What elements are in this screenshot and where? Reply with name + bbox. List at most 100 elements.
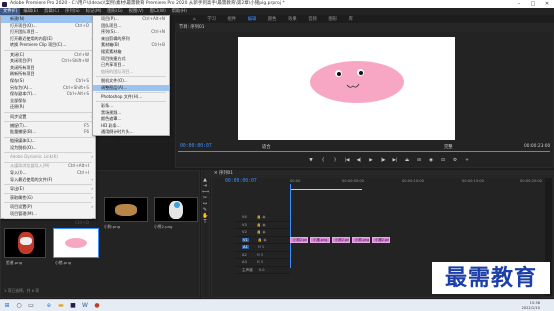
add-button-icon[interactable]: + [461, 158, 473, 163]
step-forward-icon[interactable]: |▶ [377, 158, 389, 163]
file-menu-item[interactable]: 获取属性(G) › [1, 195, 95, 202]
task-view-icon[interactable]: ▭ [27, 302, 35, 310]
program-monitor-title[interactable]: 节目: 序列01 [179, 25, 204, 30]
compare-icon[interactable]: ⊡ [437, 158, 449, 163]
window-title: Adobe Premiere Pro 2020 - C:\用户\(Ideas)\… [10, 1, 285, 6]
track-a1[interactable]: A1 M S [236, 244, 290, 252]
track-v1[interactable]: V1 🔒 ◉ [236, 237, 290, 244]
new-submenu-item[interactable]: 序列(S)... Ctrl+N [93, 29, 169, 36]
settings-icon[interactable]: ⚙ [449, 158, 461, 163]
search-icon[interactable]: ○ [15, 302, 23, 310]
work-area-bar[interactable] [290, 189, 362, 190]
file-menu-item[interactable]: 转换 Premiere Clip 项目(C)... [1, 42, 95, 49]
new-submenu-item[interactable]: 项目(P)... Ctrl+Alt+N [93, 16, 169, 23]
file-menu-item[interactable]: 刷新所有项目 [1, 71, 95, 78]
word-icon[interactable]: W [81, 302, 89, 310]
timeline-clip[interactable]: 小猪.png [310, 237, 330, 243]
new-submenu-item[interactable]: 调整图层(A)... [93, 84, 169, 92]
fit-dropdown[interactable]: 适合 [262, 144, 271, 150]
project-item-thumb-mask[interactable] [4, 228, 46, 258]
new-submenu-item[interactable]: 已共享项目... [93, 62, 169, 69]
pig-thumb-graphic [65, 238, 87, 248]
extract-icon[interactable]: ⊟ [413, 158, 425, 163]
project-item-thumb-dog[interactable] [104, 197, 148, 222]
new-submenu-item[interactable]: 颜色遮罩... [93, 116, 169, 123]
menu-help[interactable]: 帮助(H) [169, 8, 190, 15]
new-submenu-item[interactable]: 搜索素材箱 [93, 49, 169, 56]
program-timecode[interactable]: 00:00:00:07 [180, 144, 212, 149]
track-label: A3 [242, 260, 247, 264]
timeline-ruler[interactable]: 00:00 00:00:05:00 00:00:10:00 00:00:15:0… [290, 179, 552, 189]
timeline-clip[interactable]: 小狗2.png [290, 237, 308, 243]
go-to-in-icon[interactable]: |◀ [341, 158, 353, 163]
playhead[interactable] [290, 184, 291, 268]
track-v3[interactable]: V3 🔒 ◉ [236, 222, 290, 229]
new-submenu-item[interactable]: Photoshop 文件(H)... [93, 94, 169, 101]
file-menu-item[interactable]: 项目管理(M)... [1, 211, 95, 218]
timeline-clip[interactable]: 小猪2.png [372, 237, 390, 243]
track-v2[interactable]: V2 🔒 ◉ [236, 229, 290, 237]
system-clock[interactable]: 15:36 2022/1/10 [522, 301, 540, 310]
lift-icon[interactable]: ⏏ [401, 158, 413, 163]
menu-edit[interactable]: 编辑(E) [20, 8, 41, 15]
file-menu-item[interactable]: 退出(X) Ctrl+Q [1, 220, 95, 227]
quality-dropdown[interactable]: 完整 [444, 144, 453, 150]
submenu-arrow-icon: › [91, 195, 93, 200]
track-v4[interactable]: V4 🔒 ◉ [236, 214, 290, 222]
mark-in-icon[interactable]: { [317, 158, 329, 163]
timeline-timecode[interactable]: 00:00:00:07 [225, 179, 257, 184]
new-submenu-item[interactable]: 链接的团队项目... [93, 69, 169, 76]
file-menu-item[interactable]: 导入(I)... Ctrl+I [1, 170, 95, 177]
program-scrubber[interactable] [178, 151, 550, 152]
app-icon[interactable]: ● [93, 302, 101, 310]
type-tool-icon[interactable]: T [202, 219, 208, 225]
export-frame-icon[interactable]: ◉ [425, 158, 437, 163]
menu-file[interactable]: 文件(F) [0, 8, 21, 15]
timeline-sequence-tab[interactable]: 序列01 [219, 171, 233, 176]
file-menu-item[interactable]: 批量捕捉(B)... F6 [1, 129, 95, 136]
file-menu-item[interactable]: 同步设置› [1, 114, 95, 121]
edge-icon[interactable]: e [45, 302, 53, 310]
file-menu-item[interactable]: 还原(R) [1, 104, 95, 111]
maximize-icon[interactable]: □ [526, 0, 540, 8]
project-item-thumb-pig[interactable] [53, 228, 99, 258]
menu-window[interactable]: 窗口(W) [147, 8, 169, 15]
menu-marker[interactable]: 标记(M) [83, 8, 105, 15]
file-menu-item[interactable]: 保存副本(Y)... Ctrl+Alt+S [1, 91, 95, 98]
mark-out-icon[interactable]: } [329, 158, 341, 163]
menu-view[interactable]: 视图(V) [126, 8, 147, 15]
premiere-taskbar-icon[interactable]: ■ [69, 302, 77, 310]
play-icon[interactable]: ▶ [365, 158, 377, 163]
go-to-out-icon[interactable]: ▶| [389, 158, 401, 163]
file-menu-item[interactable]: 打开团队项目... [1, 29, 95, 36]
file-menu-item[interactable]: 关闭项目(P) Ctrl+Shift+W [1, 58, 95, 65]
project-item-thumb-bear[interactable] [154, 197, 198, 222]
new-submenu-item[interactable]: 通用倒计时片头... [93, 129, 169, 136]
track-master[interactable]: 主声道 0.0 [236, 267, 290, 274]
close-icon[interactable]: ✕ [540, 0, 554, 8]
master-volume-value[interactable]: 0.0 [259, 268, 265, 272]
file-menu-item[interactable]: 设为脱机(O)... [1, 145, 95, 152]
windows-start-icon[interactable]: ⊞ [3, 302, 11, 310]
track-a3[interactable]: A3 M S [236, 259, 290, 267]
file-explorer-icon[interactable]: ▬ [57, 302, 65, 310]
track-a2[interactable]: A2 M S [236, 252, 290, 259]
menu-sequence[interactable]: 序列(S) [62, 8, 83, 15]
file-menu-item[interactable]: 项目设置(P) › [1, 204, 95, 211]
file-menu-item[interactable]: 新建(N)› [1, 16, 95, 23]
menu-graphics[interactable]: 图形(G) [104, 8, 125, 15]
file-menu-item[interactable]: 导出(E) › [1, 186, 95, 193]
new-submenu-item[interactable]: 脱机文件(O)... [93, 78, 169, 85]
minimize-icon[interactable]: – [512, 0, 526, 8]
new-submenu-item[interactable]: 透明视频... [93, 136, 169, 143]
file-menu-item[interactable]: 导入最近使用的文件(F) › [1, 177, 95, 184]
file-menu-item[interactable]: Adobe Dynamic Link(K) › [1, 154, 95, 161]
menu-clip[interactable]: 剪辑(C) [41, 8, 62, 15]
timeline-clip[interactable]: 小熊2.png [332, 237, 350, 243]
file-menu-item[interactable]: 保存(S) Ctrl+S [1, 78, 95, 85]
new-submenu-item[interactable]: 彩条... [93, 103, 169, 110]
new-submenu-item[interactable]: 素材箱(B) Ctrl+B [93, 42, 169, 49]
step-back-icon[interactable]: ◀| [353, 158, 365, 163]
add-marker-icon[interactable]: ▼ [305, 158, 317, 163]
timeline-clip[interactable]: 小狗.png [352, 237, 370, 243]
